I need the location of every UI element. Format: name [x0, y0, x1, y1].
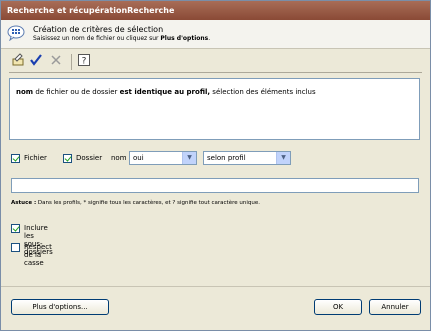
folder-checkbox[interactable] [63, 154, 72, 163]
more-options-button[interactable]: Plus d'options... [11, 299, 109, 315]
chevron-down-icon[interactable]: ▼ [182, 152, 196, 164]
cancel-button[interactable]: Annuler [369, 299, 421, 315]
tip-text: Astuce : Dans les profils, * signifie to… [11, 200, 260, 206]
match-select-value: oui [133, 154, 144, 162]
criteria-description: nom de fichier ou de dossier est identiq… [9, 78, 420, 140]
search-criteria-icon [7, 25, 25, 42]
chevron-down-icon[interactable]: ▼ [276, 152, 290, 164]
check-icon[interactable] [27, 53, 45, 71]
match-select[interactable]: oui ▼ [129, 151, 197, 165]
subfolders-checkbox[interactable] [11, 224, 20, 233]
case-label: Respect de la casse [24, 243, 52, 267]
file-label: Fichier [24, 154, 47, 162]
svg-text:?: ? [82, 57, 87, 67]
folder-label: Dossier [76, 154, 103, 162]
desc-text-end: sélection des éléments inclus [210, 88, 316, 96]
edit-icon[interactable] [9, 53, 27, 71]
desc-field[interactable]: nom [16, 88, 33, 96]
header-subtitle-prefix: Saisissez un nom de fichier ou cliquez s… [33, 35, 161, 42]
header-subtitle-suffix: . [208, 35, 211, 42]
name-label: nom [111, 154, 127, 162]
toolbar: ? [9, 52, 422, 72]
profile-select[interactable]: selon profil ▼ [203, 151, 291, 165]
header-subtitle-bold: Plus d'options [160, 35, 209, 42]
ok-button[interactable]: OK [314, 299, 362, 315]
profile-select-value: selon profil [207, 154, 246, 162]
delete-icon[interactable] [47, 53, 65, 71]
tip-body: Dans les profils, * signifie tous les ca… [36, 200, 260, 206]
header-subtitle: Saisissez un nom de fichier ou cliquez s… [33, 35, 210, 42]
desc-text: de fichier ou de dossier [33, 88, 120, 96]
footer-divider [1, 286, 430, 287]
toolbar-separator [71, 54, 72, 70]
search-dialog: Recherche et récupérationRecherche Créat… [0, 0, 431, 331]
dialog-header: Création de critères de sélection Saisis… [1, 20, 430, 48]
header-divider [1, 48, 430, 49]
file-checkbox[interactable] [11, 154, 20, 163]
desc-operator[interactable]: est identique au profil, [120, 88, 210, 96]
header-title: Création de critères de sélection [33, 25, 164, 34]
criteria-row: Fichier Dossier nom oui ▼ selon profil ▼ [11, 151, 421, 167]
window-title: Recherche et récupérationRecherche [1, 1, 430, 20]
toolbar-divider [9, 72, 422, 73]
help-icon[interactable]: ? [75, 53, 93, 71]
case-checkbox[interactable] [11, 243, 20, 252]
name-pattern-input[interactable] [11, 178, 419, 193]
tip-label: Astuce : [11, 200, 37, 206]
